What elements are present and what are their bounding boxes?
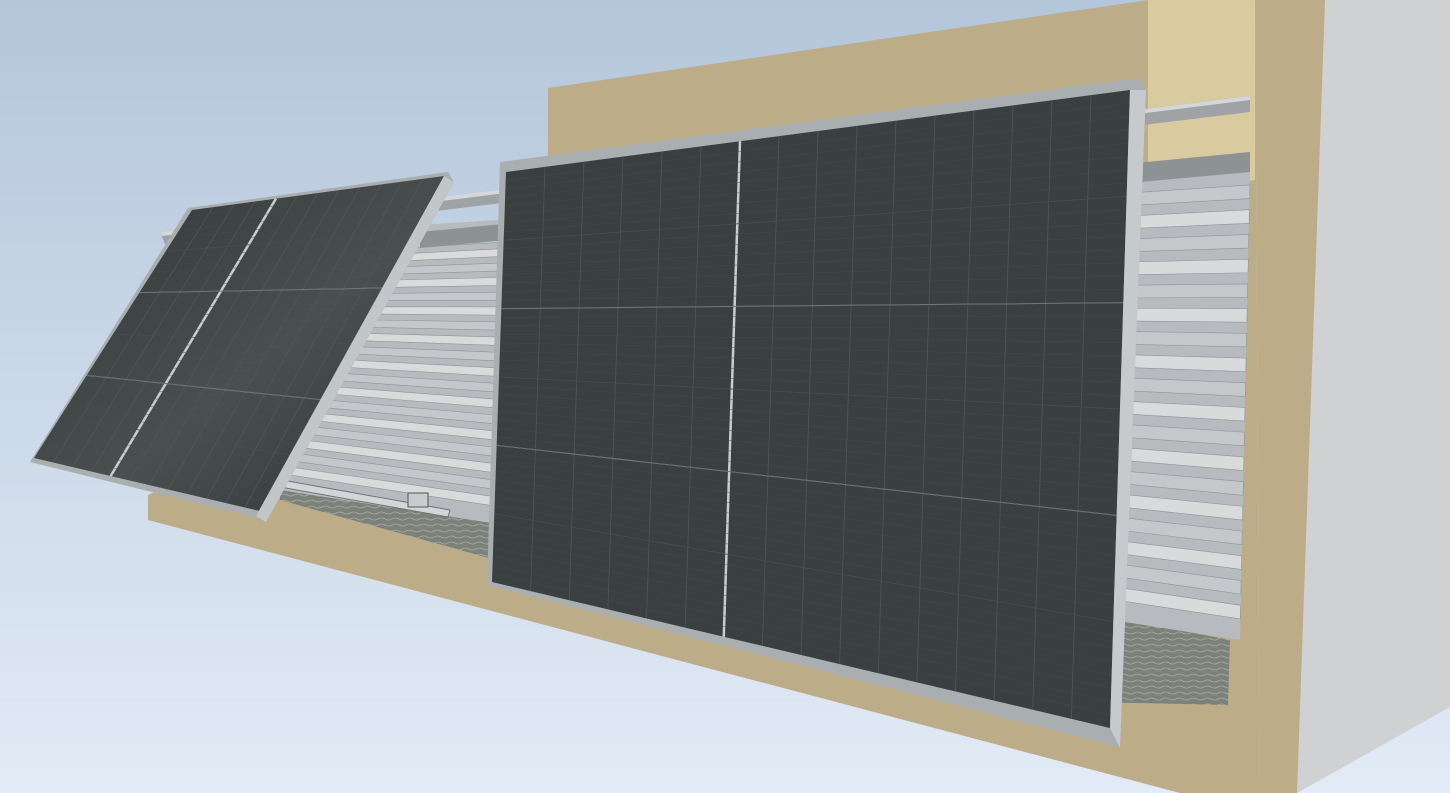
3d-viewport[interactable] — [0, 0, 1450, 793]
mounting-clamp — [407, 492, 429, 508]
cad-scene — [0, 0, 1450, 793]
